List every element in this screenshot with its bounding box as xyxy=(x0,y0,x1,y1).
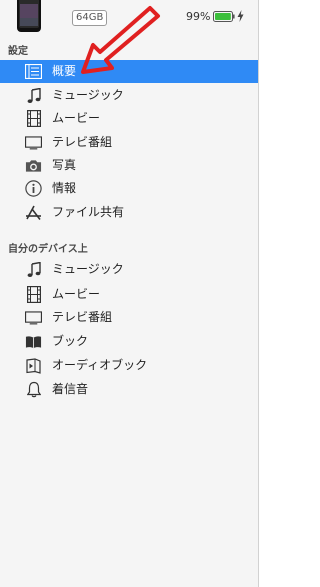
settings-section-header: 設定 xyxy=(8,46,28,57)
sidebar-item-summary[interactable]: 概要 xyxy=(0,60,258,83)
sidebar-item-label: 着信音 xyxy=(52,382,89,396)
charging-bolt-icon xyxy=(237,10,244,22)
tv-icon xyxy=(25,134,42,151)
sidebar-item-device-books[interactable]: ブック xyxy=(0,330,258,353)
sidebar-item-label: ファイル共有 xyxy=(52,205,125,219)
sidebar-item-device-ringtones[interactable]: 着信音 xyxy=(0,378,258,401)
on-my-device-section-header: 自分のデバイス上 xyxy=(8,244,88,255)
sidebar-item-label: テレビ番組 xyxy=(52,135,113,149)
sidebar-item-label: テレビ番組 xyxy=(52,310,113,324)
music-note-icon xyxy=(25,87,42,104)
capacity-badge: 64GB xyxy=(72,10,108,26)
sidebar-item-label: ミュージック xyxy=(52,88,124,102)
sidebar-item-device-movies[interactable]: ムービー xyxy=(0,283,258,306)
battery-icon xyxy=(213,11,235,22)
sidebar-item-label: 写真 xyxy=(52,158,77,172)
sidebar-item-label: ブック xyxy=(52,334,89,348)
sidebar-item-label: ムービー xyxy=(52,111,101,125)
iphone-device-icon[interactable] xyxy=(16,0,42,33)
film-icon xyxy=(25,110,42,127)
audiobook-icon xyxy=(25,357,42,374)
sidebar-item-label: ムービー xyxy=(52,287,101,301)
info-icon xyxy=(25,180,42,197)
sidebar-item-file-sharing[interactable]: ファイル共有 xyxy=(0,201,258,224)
film-icon xyxy=(25,286,42,303)
battery-percentage: 99% xyxy=(186,10,211,23)
sidebar-item-tv-shows[interactable]: テレビ番組 xyxy=(0,131,258,154)
bell-icon xyxy=(25,381,42,398)
sidebar-item-photos[interactable]: 写真 xyxy=(0,154,258,177)
app-store-icon xyxy=(25,204,42,221)
sidebar-item-device-tv-shows[interactable]: テレビ番組 xyxy=(0,306,258,329)
sidebar-item-device-audiobooks[interactable]: オーディオブック xyxy=(0,354,258,377)
sidebar-item-label: オーディオブック xyxy=(52,358,148,372)
sidebar-item-music[interactable]: ミュージック xyxy=(0,84,258,107)
sidebar-item-info[interactable]: 情報 xyxy=(0,177,258,200)
sidebar-item-device-music[interactable]: ミュージック xyxy=(0,258,258,281)
summary-icon xyxy=(25,63,42,80)
sidebar-item-label: 概要 xyxy=(52,64,77,78)
music-note-icon xyxy=(25,261,42,278)
sidebar-item-movies[interactable]: ムービー xyxy=(0,107,258,130)
book-icon xyxy=(25,333,42,350)
tv-icon xyxy=(25,309,42,326)
camera-icon xyxy=(25,157,42,174)
sidebar-divider xyxy=(258,0,259,587)
sidebar-item-label: 情報 xyxy=(52,181,77,195)
sidebar-item-label: ミュージック xyxy=(52,262,124,276)
